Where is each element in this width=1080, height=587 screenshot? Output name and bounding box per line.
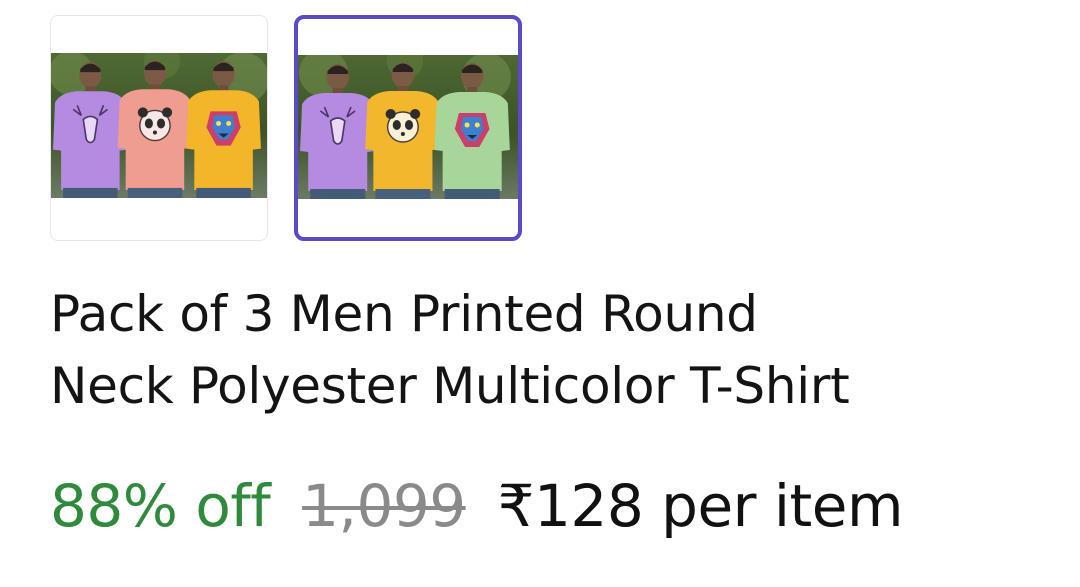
product-photo-1 [51,53,267,198]
product-title-line-2: Neck Polyester Multicolor T-Shirt [50,357,850,415]
original-price: 1,099 [302,472,466,540]
product-title-line-1: Pack of 3 Men Printed Round [50,285,758,343]
panda-print [137,107,173,142]
tshirt-pack-image [298,55,518,199]
product-title: Pack of 3 Men Printed Round Neck Polyest… [50,278,1050,422]
product-photo-2 [298,55,518,199]
product-summary: Pack of 3 Men Printed Round Neck Polyest… [0,0,1080,587]
product-thumbnail-1[interactable] [50,15,268,241]
selling-price: ₹128 per item [497,472,904,540]
product-thumbnail-2-selected[interactable] [294,15,522,241]
discount-percentage: 88% off [50,472,271,540]
price-row: 88% off 1,099 ₹128 per item [50,466,903,546]
tshirt-pack-image [51,53,267,198]
panda-print [385,109,421,143]
